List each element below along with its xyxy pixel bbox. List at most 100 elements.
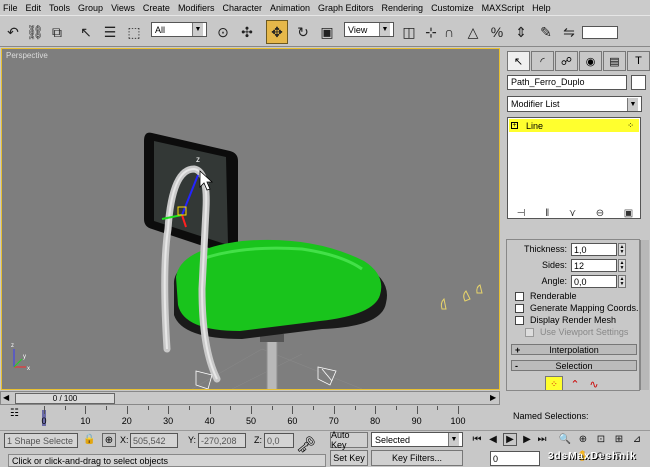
- configure-sets-icon[interactable]: ▣: [624, 208, 633, 219]
- rotate-icon[interactable]: ↻: [292, 20, 314, 44]
- modify-tab-icon[interactable]: ◜: [531, 51, 554, 71]
- select-by-name-icon[interactable]: ☰: [99, 20, 121, 44]
- time-prev-icon[interactable]: ◀: [3, 393, 9, 402]
- menu-rendering[interactable]: Rendering: [382, 3, 424, 13]
- x-coordinate[interactable]: 505,542: [130, 433, 178, 448]
- lock-icon[interactable]: 🔒: [83, 434, 95, 445]
- rotate-manipulate-icon[interactable]: ✣: [236, 20, 258, 44]
- sides-spinner-arrows[interactable]: ▲ ▼: [618, 259, 626, 272]
- named-selection-field[interactable]: [580, 20, 620, 44]
- display-render-mesh-checkbox[interactable]: Display Render Mesh: [515, 315, 616, 325]
- key-mode-dropdown[interactable]: Selected ▼: [371, 432, 463, 447]
- undo-icon[interactable]: ↶: [2, 20, 24, 44]
- stack-item-line[interactable]: + Line ⁘: [509, 119, 639, 132]
- angle-spinner-arrows[interactable]: ▲ ▼: [618, 275, 626, 288]
- menu-tools[interactable]: Tools: [49, 3, 70, 13]
- go-to-end-icon[interactable]: ⏭: [535, 433, 549, 446]
- scale-icon[interactable]: ▣: [316, 20, 338, 44]
- time-slider[interactable]: 0 / 100: [15, 393, 115, 404]
- vertex-level-icon[interactable]: ⁘: [545, 376, 563, 390]
- track-bar[interactable]: ☷ 0 10 20 30 40 50 60 70 80 90 100: [0, 406, 470, 428]
- zoom-extents-all-icon[interactable]: ⊞: [612, 433, 626, 446]
- key-icon[interactable]: 🗝: [296, 435, 316, 455]
- show-end-result-icon[interactable]: ‖: [545, 208, 549, 219]
- angle-snap-icon[interactable]: △: [462, 20, 484, 44]
- spline-level-icon[interactable]: ∿: [585, 376, 603, 391]
- select-link-icon[interactable]: ⛓: [24, 20, 46, 44]
- field-of-view-icon[interactable]: ⊿: [630, 433, 644, 446]
- menu-create[interactable]: Create: [143, 3, 170, 13]
- percent-snap-icon[interactable]: %: [486, 20, 508, 44]
- ruler-tick-label: 30: [163, 416, 174, 426]
- selection-region-icon[interactable]: ⬚: [123, 20, 145, 44]
- create-tab-icon[interactable]: ↖: [507, 51, 530, 71]
- next-frame-icon[interactable]: ▶: [520, 433, 534, 446]
- curve-editor-icon[interactable]: ☷: [10, 408, 19, 419]
- z-coordinate[interactable]: 0,0: [264, 433, 294, 448]
- object-color-swatch[interactable]: [631, 75, 646, 90]
- spinner-snap-icon[interactable]: ⇕: [510, 20, 532, 44]
- mirror-icon[interactable]: ⇋: [558, 20, 580, 44]
- pin-stack-icon[interactable]: ⊣: [517, 208, 526, 219]
- remove-modifier-icon[interactable]: ⊖: [596, 208, 604, 219]
- reference-coord-dropdown[interactable]: View ▼: [344, 22, 394, 37]
- modifier-list-dropdown[interactable]: Modifier List ▼: [507, 96, 642, 112]
- move-icon[interactable]: ✥: [266, 20, 288, 44]
- use-viewport-settings-checkbox[interactable]: Use Viewport Settings: [525, 327, 628, 337]
- set-key-button[interactable]: Set Key: [330, 450, 368, 466]
- command-panel-scrollbar[interactable]: [640, 240, 649, 390]
- segment-level-icon[interactable]: ⌃: [567, 376, 583, 391]
- angle-spinner[interactable]: 0,0: [571, 275, 617, 288]
- spline-shapes: [440, 284, 483, 310]
- ruler-tick-label: 40: [204, 416, 215, 426]
- play-icon[interactable]: ▶: [503, 433, 517, 446]
- object-name-field[interactable]: Path_Ferro_Duplo: [507, 75, 627, 90]
- viewport-perspective[interactable]: Perspective z z y x: [1, 48, 500, 390]
- menu-maxscript[interactable]: MAXScript: [482, 3, 525, 13]
- previous-frame-icon[interactable]: ◀: [486, 433, 500, 446]
- y-coordinate[interactable]: -270,208: [198, 433, 246, 448]
- thickness-spinner-arrows[interactable]: ▲ ▼: [618, 243, 626, 256]
- pivot-center-icon[interactable]: ◫: [398, 20, 420, 44]
- key-filters-button[interactable]: Key Filters...: [371, 450, 463, 466]
- selection-filter-dropdown[interactable]: All ▼: [151, 22, 207, 37]
- menu-help[interactable]: Help: [532, 3, 551, 13]
- absolute-mode-icon[interactable]: ⊕: [102, 433, 116, 447]
- current-frame-field[interactable]: 0: [490, 451, 540, 466]
- menu-file[interactable]: File: [3, 3, 18, 13]
- gizmo-z-label: z: [196, 155, 200, 164]
- menu-animation[interactable]: Animation: [270, 3, 310, 13]
- select-manipulate-icon[interactable]: ⊙: [212, 20, 234, 44]
- menu-views[interactable]: Views: [111, 3, 135, 13]
- modifier-stack[interactable]: + Line ⁘: [507, 117, 641, 219]
- make-unique-icon[interactable]: ⋎: [569, 208, 576, 219]
- menu-edit[interactable]: Edit: [26, 3, 42, 13]
- renderable-checkbox[interactable]: Renderable: [515, 291, 577, 301]
- interpolation-rollout-header[interactable]: + Interpolation: [511, 344, 637, 355]
- unlink-icon[interactable]: ⧉: [46, 20, 68, 44]
- selection-rollout-header[interactable]: - Selection: [511, 360, 637, 371]
- menu-customize[interactable]: Customize: [431, 3, 474, 13]
- motion-tab-icon[interactable]: ◉: [579, 51, 602, 71]
- generate-mapping-checkbox[interactable]: Generate Mapping Coords.: [515, 303, 639, 313]
- menu-modifiers[interactable]: Modifiers: [178, 3, 215, 13]
- go-to-start-icon[interactable]: ⏮: [470, 433, 484, 446]
- select-object-icon[interactable]: ↖: [75, 20, 97, 44]
- snap-3d-icon[interactable]: ∩: [438, 20, 460, 44]
- display-tab-icon[interactable]: ▤: [603, 51, 626, 71]
- zoom-extents-icon[interactable]: ⊡: [594, 433, 608, 446]
- zoom-icon[interactable]: 🔍: [558, 433, 572, 446]
- hierarchy-tab-icon[interactable]: ☍: [555, 51, 578, 71]
- auto-key-button[interactable]: Auto Key: [330, 430, 368, 450]
- time-slider-track[interactable]: ◀ 0 / 100 ▶: [0, 391, 500, 405]
- zoom-all-icon[interactable]: ⊕: [576, 433, 590, 446]
- utilities-tab-icon[interactable]: T: [627, 51, 650, 71]
- menu-group[interactable]: Group: [78, 3, 103, 13]
- menu-graph-editors[interactable]: Graph Editors: [318, 3, 374, 13]
- menu-character[interactable]: Character: [222, 3, 262, 13]
- thickness-spinner[interactable]: 1,0: [571, 243, 617, 256]
- sides-spinner[interactable]: 12: [571, 259, 617, 272]
- time-next-icon[interactable]: ▶: [490, 393, 496, 402]
- named-selection-icon[interactable]: ✎: [535, 20, 557, 44]
- expand-icon[interactable]: +: [511, 122, 518, 129]
